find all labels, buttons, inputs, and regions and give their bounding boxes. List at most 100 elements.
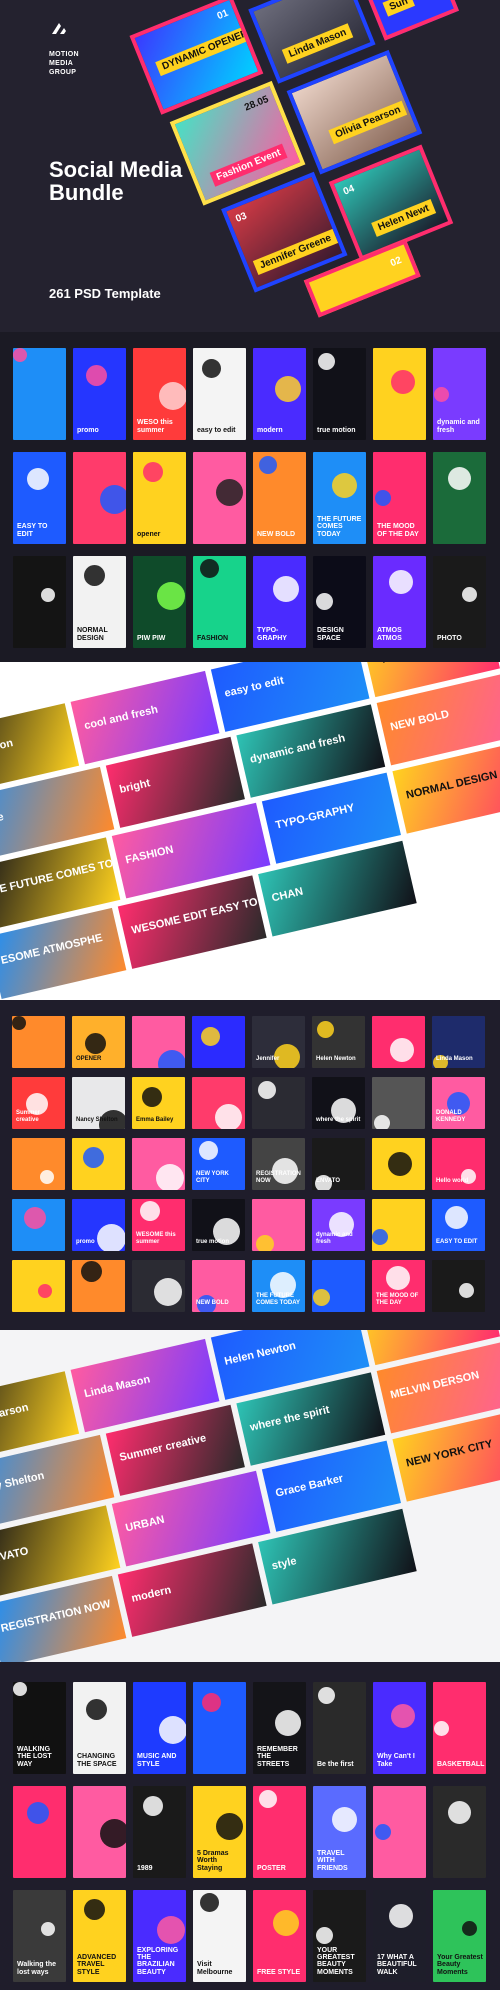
stories-grid: promo WESO this summer easy to edit modern t… — [13, 348, 486, 648]
post-template[interactable] — [132, 1138, 185, 1190]
story-template[interactable]: Why Can't I Take — [373, 1682, 426, 1774]
story-template[interactable] — [373, 1786, 426, 1878]
post-template[interactable]: THE FUTURE COMES TODAY — [252, 1260, 305, 1312]
story-template[interactable] — [73, 452, 126, 544]
post-template[interactable] — [12, 1260, 65, 1312]
story-template[interactable]: REMEMBER THE STREETS — [253, 1682, 306, 1774]
story-template[interactable]: EASY TO EDIT — [13, 452, 66, 544]
card-tag: Olivia Pearson — [328, 100, 408, 145]
story-template[interactable]: modern — [253, 348, 306, 440]
post-template[interactable] — [252, 1199, 305, 1251]
post-template[interactable]: true motion — [192, 1199, 245, 1251]
post-template[interactable]: WESOME this summer — [132, 1199, 185, 1251]
post-template[interactable]: DONALD KENNEDY — [432, 1077, 485, 1129]
story-template[interactable] — [193, 1682, 246, 1774]
story-template[interactable]: FREE STYLE — [253, 1890, 306, 1982]
story-template[interactable] — [193, 452, 246, 544]
post-template[interactable]: Linda Mason — [432, 1016, 485, 1068]
post-template[interactable]: OPENER — [72, 1016, 125, 1068]
story-template[interactable]: true motion — [313, 348, 366, 440]
decor-shape — [13, 1682, 27, 1696]
story-template[interactable] — [13, 556, 66, 648]
story-template[interactable]: TYPO-GRAPHY — [253, 556, 306, 648]
decor-shape — [142, 1087, 162, 1107]
story-template[interactable]: 17 WHAT A BEAUTIFUL WALK — [373, 1890, 426, 1982]
story-template[interactable]: easy to edit — [193, 348, 246, 440]
story-template[interactable] — [433, 452, 486, 544]
post-preview-label: where the spirit — [248, 1403, 331, 1434]
story-template[interactable]: WALKING THE LOST WAY — [13, 1682, 66, 1774]
story-template[interactable] — [433, 1786, 486, 1878]
story-template[interactable]: NEW BOLD — [253, 452, 306, 544]
post-template-label: Hello world — [436, 1177, 469, 1184]
story-template[interactable]: CHANGING THE SPACE — [73, 1682, 126, 1774]
post-template[interactable] — [132, 1260, 185, 1312]
story-template[interactable] — [13, 348, 66, 440]
story-template[interactable]: promo — [73, 348, 126, 440]
decor-shape — [24, 1207, 46, 1229]
story-template[interactable]: Be the first — [313, 1682, 366, 1774]
post-template[interactable] — [192, 1016, 245, 1068]
story-template[interactable]: dynamic and fresh — [433, 348, 486, 440]
post-template[interactable] — [372, 1016, 425, 1068]
story-template[interactable]: FASHION — [193, 556, 246, 648]
post-template[interactable] — [12, 1016, 65, 1068]
story-template[interactable]: PIW PIW — [133, 556, 186, 648]
post-template[interactable]: Summer creative — [12, 1077, 65, 1129]
story-template[interactable]: opener — [133, 452, 186, 544]
post-template[interactable] — [12, 1138, 65, 1190]
post-template[interactable]: NEW YORK CITY — [192, 1138, 245, 1190]
story-template[interactable]: 5 Dramas Worth Staying — [193, 1786, 246, 1878]
story-template[interactable]: DESIGN SPACE — [313, 556, 366, 648]
post-preview-label: MELVIN DERSON — [389, 1369, 481, 1402]
story-template[interactable]: TRAVEL WITH FRIENDS — [313, 1786, 366, 1878]
post-template[interactable] — [372, 1199, 425, 1251]
story-template[interactable]: WESO this summer — [133, 348, 186, 440]
story-template-label: WESO this summer — [137, 419, 173, 434]
post-template[interactable]: Jennifer — [252, 1016, 305, 1068]
story-template[interactable]: BASKETBALL — [433, 1682, 486, 1774]
post-template[interactable] — [372, 1077, 425, 1129]
story-template[interactable]: Your Greatest Beauty Moments — [433, 1890, 486, 1982]
story-template[interactable]: POSTER — [253, 1786, 306, 1878]
post-template[interactable]: ENVATO — [312, 1138, 365, 1190]
story-template[interactable]: PHOTO — [433, 556, 486, 648]
post-template[interactable] — [72, 1260, 125, 1312]
post-template[interactable]: dynamic and fresh — [312, 1199, 365, 1251]
post-template[interactable] — [372, 1138, 425, 1190]
post-template[interactable] — [432, 1260, 485, 1312]
post-template[interactable]: THE MOOD OF THE DAY — [372, 1260, 425, 1312]
post-template[interactable]: promo — [72, 1199, 125, 1251]
story-template[interactable]: MUSIC AND STYLE — [133, 1682, 186, 1774]
post-template[interactable] — [312, 1260, 365, 1312]
post-template[interactable]: NEW BOLD — [192, 1260, 245, 1312]
story-template[interactable]: ADVANCED TRAVEL STYLE — [73, 1890, 126, 1982]
story-template[interactable]: 1989 — [133, 1786, 186, 1878]
story-template[interactable]: NORMAL DESIGN — [73, 556, 126, 648]
post-template[interactable] — [72, 1138, 125, 1190]
story-template[interactable] — [373, 348, 426, 440]
story-template[interactable]: THE FUTURE COMES TODAY — [313, 452, 366, 544]
post-template[interactable] — [252, 1077, 305, 1129]
post-template[interactable]: where the spirit — [312, 1077, 365, 1129]
story-template-label: REMEMBER THE STREETS — [257, 1745, 298, 1768]
post-template[interactable]: EASY TO EDIT — [432, 1199, 485, 1251]
post-template[interactable]: Emma Bailey — [132, 1077, 185, 1129]
story-template[interactable]: YOUR GREATEST BEAUTY MOMENTS — [313, 1890, 366, 1982]
story-template[interactable]: ATMOS ATMOS — [373, 556, 426, 648]
story-template-label: WALKING THE LOST WAY — [17, 1745, 52, 1768]
story-template[interactable]: THE MOOD OF THE DAY — [373, 452, 426, 544]
story-template[interactable] — [73, 1786, 126, 1878]
story-template[interactable] — [13, 1786, 66, 1878]
post-template[interactable]: Helen Newton — [312, 1016, 365, 1068]
story-template[interactable]: EXPLORING THE BRAZILIAN BEAUTY — [133, 1890, 186, 1982]
post-template[interactable] — [192, 1077, 245, 1129]
post-template[interactable] — [132, 1016, 185, 1068]
post-template[interactable] — [12, 1199, 65, 1251]
post-template[interactable]: Hello world — [432, 1138, 485, 1190]
decor-shape — [445, 1206, 468, 1229]
story-template[interactable]: Walking the lost ways — [13, 1890, 66, 1982]
post-template[interactable]: REGISTRATION NOW — [252, 1138, 305, 1190]
post-template[interactable]: Nancy Shelton — [72, 1077, 125, 1129]
story-template[interactable]: Visit Melbourne — [193, 1890, 246, 1982]
